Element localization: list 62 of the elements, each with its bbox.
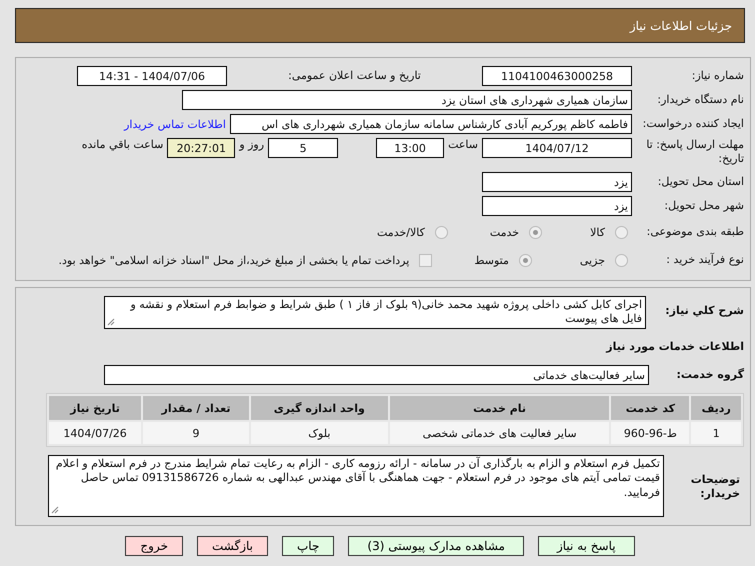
date-field: 1404/07/12	[482, 138, 632, 158]
column-header: ردیف	[691, 396, 741, 420]
action-button[interactable]: چاپ	[282, 536, 334, 556]
table-cell: سایر فعالیت های خدماتی شخصی	[390, 422, 610, 444]
province-field: یزد	[482, 172, 632, 192]
service-group-field: سایر فعالیت‌های خدماتی	[104, 365, 649, 385]
field-label: ایجاد کننده درخواست:	[642, 117, 744, 131]
summary-text-area: اجرای کابل کشی داخلی پروژه شهید محمد خانی(۹ بلوک از فاز ۱ ) طبق شرایط و ضوابط فرم استعلام و نقشه و فایل های پیوست	[104, 296, 646, 329]
column-header: تاریخ نیاز	[49, 396, 142, 420]
resize-grip-icon	[107, 318, 115, 326]
field-label: مهلت ارسال پاسخ: تا تاریخ:	[645, 138, 744, 166]
buyer-org-field: سازمان همیاری شهرداری های استان یزد	[182, 90, 632, 110]
field-label: ساعت	[448, 138, 478, 151]
field-label: نوع فرآیند خرید :	[665, 253, 744, 267]
contact-link[interactable]: اطلاعات تماس خریدار	[124, 118, 226, 130]
field-label: شهر محل تحویل:	[663, 199, 744, 213]
field-label: تاریخ و ساعت اعلان عمومی:	[287, 69, 422, 83]
table-cell: بلوک	[250, 422, 388, 444]
radio-button[interactable]	[529, 226, 542, 238]
radio-button[interactable]	[615, 226, 628, 238]
option-label: جزیی	[580, 254, 605, 266]
creator-field: فاطمه کاظم پورکریم آبادی کارشناس سامانه سازمان همیاری شهرداری های اس	[230, 114, 632, 134]
radio-button[interactable]	[518, 254, 532, 266]
remaining-time-field: 20:27:01	[167, 138, 236, 158]
field-label: توضیحات خریدار:	[690, 472, 741, 500]
table-cell: 1404/07/26	[49, 422, 142, 444]
city-field: یزد	[482, 196, 632, 216]
buyer-notes-text-area: تکمیل فرم استعلام و الزام به بارگذاری آن در سامانه - ارائه رزومه کاری - الزام به رعایت تمام شرایط مندرج در فرم استعلام و اعلام قیمت تمامی آیتم های موجود در فرم استعلام - جهت هماهنگی با آقای مهندس عبدالهی به شماره 09131586726 تماس حاصل فرمایید.	[48, 455, 664, 517]
column-header: نام خدمت	[390, 396, 610, 420]
checkbox[interactable]	[419, 254, 432, 266]
table-cell: ط-96-960	[611, 422, 690, 444]
column-header: تعداد / مقدار	[143, 396, 249, 420]
option-label: کالا	[590, 226, 605, 238]
option-label: خدمت	[490, 226, 520, 238]
field-label: نام دستگاه خریدار:	[656, 93, 744, 107]
radio-button[interactable]	[615, 254, 628, 266]
action-button[interactable]: خروج	[125, 536, 183, 556]
page-title: جزئیات اطلاعات نیاز	[630, 18, 732, 32]
column-header: واحد اندازه گیری	[250, 396, 388, 420]
field-label: استان محل تحویل:	[656, 175, 744, 189]
resize-grip-icon	[51, 506, 59, 514]
field-label: شرح کلي نیاز:	[664, 303, 744, 318]
action-button[interactable]: مشاهده مدارک پیوستی (3)	[348, 536, 524, 556]
action-button[interactable]: بازگشت	[197, 536, 268, 556]
table-cell: 9	[143, 422, 249, 444]
days-field: 5	[268, 138, 338, 158]
field-label: شماره نیاز:	[690, 69, 744, 83]
time-field: 13:00	[376, 138, 444, 158]
column-header: کد خدمت	[611, 396, 690, 420]
table-cell: 1	[691, 422, 741, 444]
option-label: متوسط	[474, 254, 509, 266]
announce-date-field: 1404/07/06 - 14:31	[77, 66, 227, 86]
action-button[interactable]: پاسخ به نیاز	[538, 536, 635, 556]
radio-button[interactable]	[434, 226, 448, 238]
field-label: گروه خدمت:	[675, 368, 744, 382]
field-label: روز و	[239, 138, 264, 151]
section-title: اطلاعات خدمات مورد نیاز	[604, 340, 744, 354]
field-label: طبقه بندی موضوعی:	[646, 225, 744, 239]
option-label: کالا/خدمت	[377, 226, 425, 238]
checkbox-label: پرداخت تمام یا بخشی از مبلغ خرید،از محل "اسناد خزانه اسلامی" خواهد بود.	[58, 254, 410, 266]
need-number-field: 1104100463000258	[482, 66, 632, 86]
field-label: ساعت باقي مانده	[82, 138, 164, 151]
